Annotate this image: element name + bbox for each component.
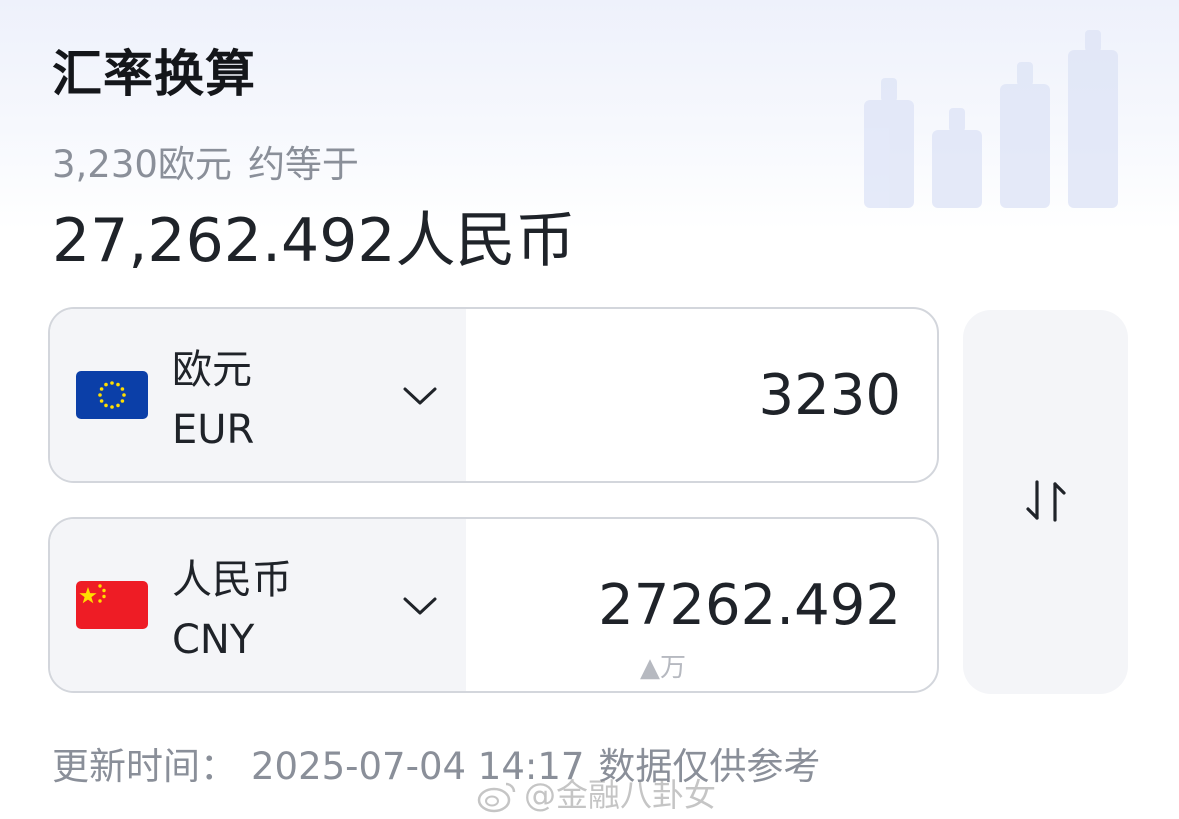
to-currency-row: 人民币 CNY 27262.492 ▲万 xyxy=(48,517,939,693)
chevron-down-icon[interactable] xyxy=(400,589,440,623)
source-amount-text: 3,230欧元 xyxy=(52,143,232,186)
approx-text: 约等于 xyxy=(247,143,359,186)
watermark-text: @金融八卦女 xyxy=(524,776,717,814)
unit-hint: ▲万 xyxy=(640,653,686,683)
to-amount-output[interactable]: 27262.492 xyxy=(598,573,901,638)
to-currency-code: CNY xyxy=(172,617,255,663)
from-currency-name: 欧元 xyxy=(172,347,252,393)
eu-flag-icon xyxy=(76,371,148,419)
weibo-logo-icon xyxy=(477,782,516,813)
chevron-down-icon[interactable] xyxy=(400,379,440,413)
swap-arrows-icon xyxy=(1026,480,1066,522)
conversion-result: 27,262.492人民币 xyxy=(52,206,576,276)
from-currency-selector[interactable]: 欧元 EUR xyxy=(50,309,466,481)
update-label: 更新时间： xyxy=(52,745,237,788)
to-currency-name: 人民币 xyxy=(172,557,292,603)
swap-currencies-button[interactable] xyxy=(963,310,1128,694)
to-currency-selector[interactable]: 人民币 CNY xyxy=(50,519,466,691)
conversion-summary: 3,230欧元 约等于 xyxy=(52,134,375,188)
update-info: 更新时间： 2025-07-04 14:17 数据仅供参考 xyxy=(52,736,834,790)
exchange-rate-card: 汇率换算 3,230欧元 约等于 27,262.492人民币 欧元 EUR 32… xyxy=(0,0,1179,819)
china-flag-icon xyxy=(76,581,148,629)
from-amount-input[interactable]: 3230 xyxy=(758,363,901,428)
from-currency-code: EUR xyxy=(172,407,255,453)
watermark: @金融八卦女 xyxy=(476,770,716,816)
page-title: 汇率换算 xyxy=(52,45,256,103)
from-currency-row: 欧元 EUR 3230 xyxy=(48,307,939,483)
bar-chart-decoration-icon xyxy=(864,30,1118,208)
